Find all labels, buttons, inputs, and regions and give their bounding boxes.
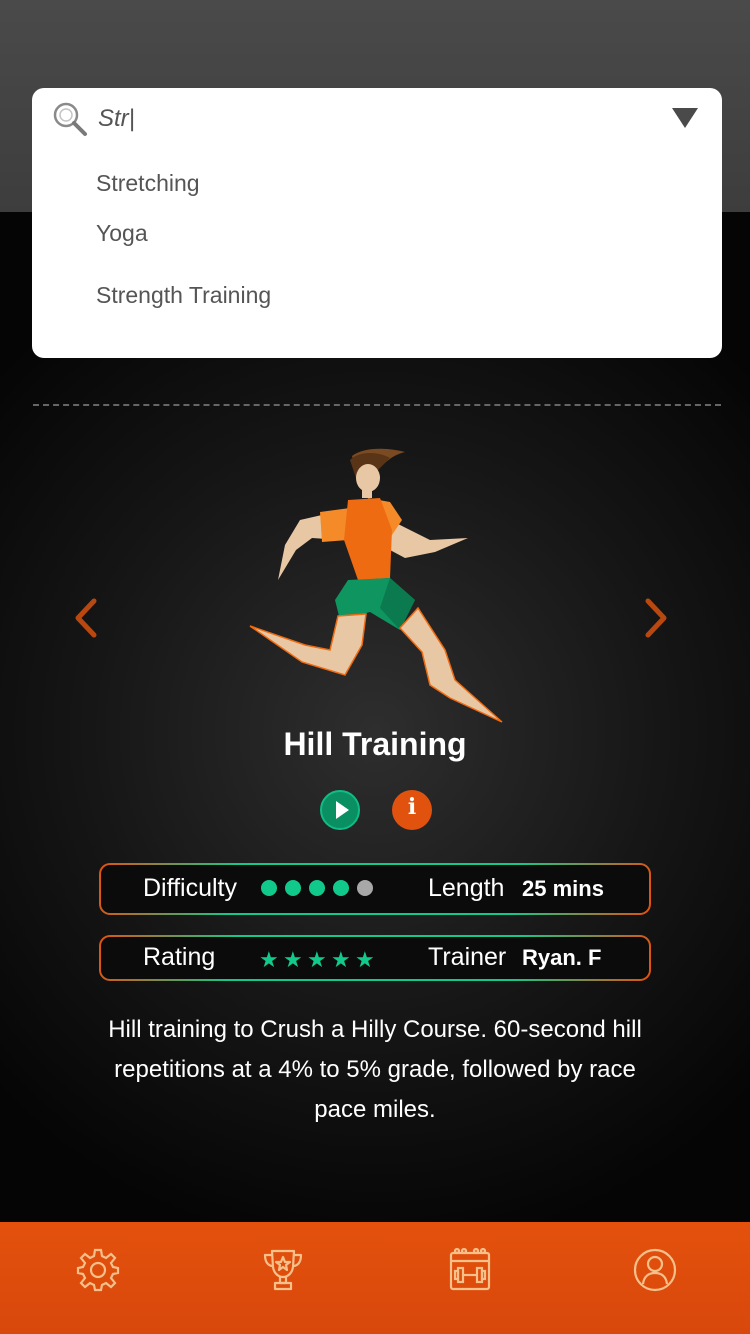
previous-arrow-icon[interactable]	[70, 595, 100, 641]
difficulty-dot-empty	[357, 880, 373, 896]
trainer-label: Trainer	[428, 943, 507, 971]
rating-star-icon: ★	[283, 947, 303, 972]
search-input[interactable]	[96, 98, 640, 140]
difficulty-dot-filled	[309, 880, 325, 896]
difficulty-label: Difficulty	[143, 874, 238, 902]
suggestion-strength-training[interactable]: Strength Training	[96, 282, 271, 309]
length-label: Length	[428, 874, 505, 902]
suggestion-yoga[interactable]: Yoga	[96, 220, 148, 247]
rating-star-icon: ★	[259, 947, 279, 972]
info-icon: i	[407, 794, 417, 820]
next-arrow-icon[interactable]	[642, 595, 672, 641]
trophy-icon[interactable]	[260, 1247, 306, 1293]
length-value: 25 mins	[522, 876, 604, 901]
suggestion-stretching[interactable]: Stretching	[96, 170, 200, 197]
difficulty-dot-filled	[261, 880, 277, 896]
trainer-value: Ryan. F	[522, 945, 602, 970]
difficulty-dot-filled	[285, 880, 301, 896]
play-button[interactable]	[320, 790, 360, 830]
search-icon	[53, 102, 87, 136]
profile-icon[interactable]	[632, 1247, 678, 1293]
dashed-divider	[33, 404, 721, 406]
workout-title: Hill Training	[283, 726, 467, 762]
dropdown-caret-icon[interactable]	[670, 106, 700, 130]
rating-star-icon: ★	[307, 947, 327, 972]
runner-illustration	[249, 448, 503, 723]
rating-star-icon: ★	[355, 947, 375, 972]
calendar-dumbbell-icon[interactable]	[447, 1247, 493, 1293]
search-suggestions: Stretching Yoga Strength Training	[32, 148, 722, 358]
workout-description: Hill training to Crush a Hilly Course. 6…	[108, 1016, 642, 1123]
difficulty-dot-filled	[333, 880, 349, 896]
rating-trainer-panel: Rating ★ ★ ★ ★ ★ Trainer Ryan. F	[99, 935, 651, 981]
rating-label: Rating	[143, 943, 216, 971]
difficulty-length-panel: Difficulty Length 25 mins	[99, 863, 651, 915]
gear-icon[interactable]	[75, 1247, 121, 1293]
info-button[interactable]: i	[392, 790, 432, 830]
search-bar[interactable]	[32, 88, 722, 148]
rating-star-icon: ★	[331, 947, 351, 972]
play-icon	[336, 801, 349, 819]
